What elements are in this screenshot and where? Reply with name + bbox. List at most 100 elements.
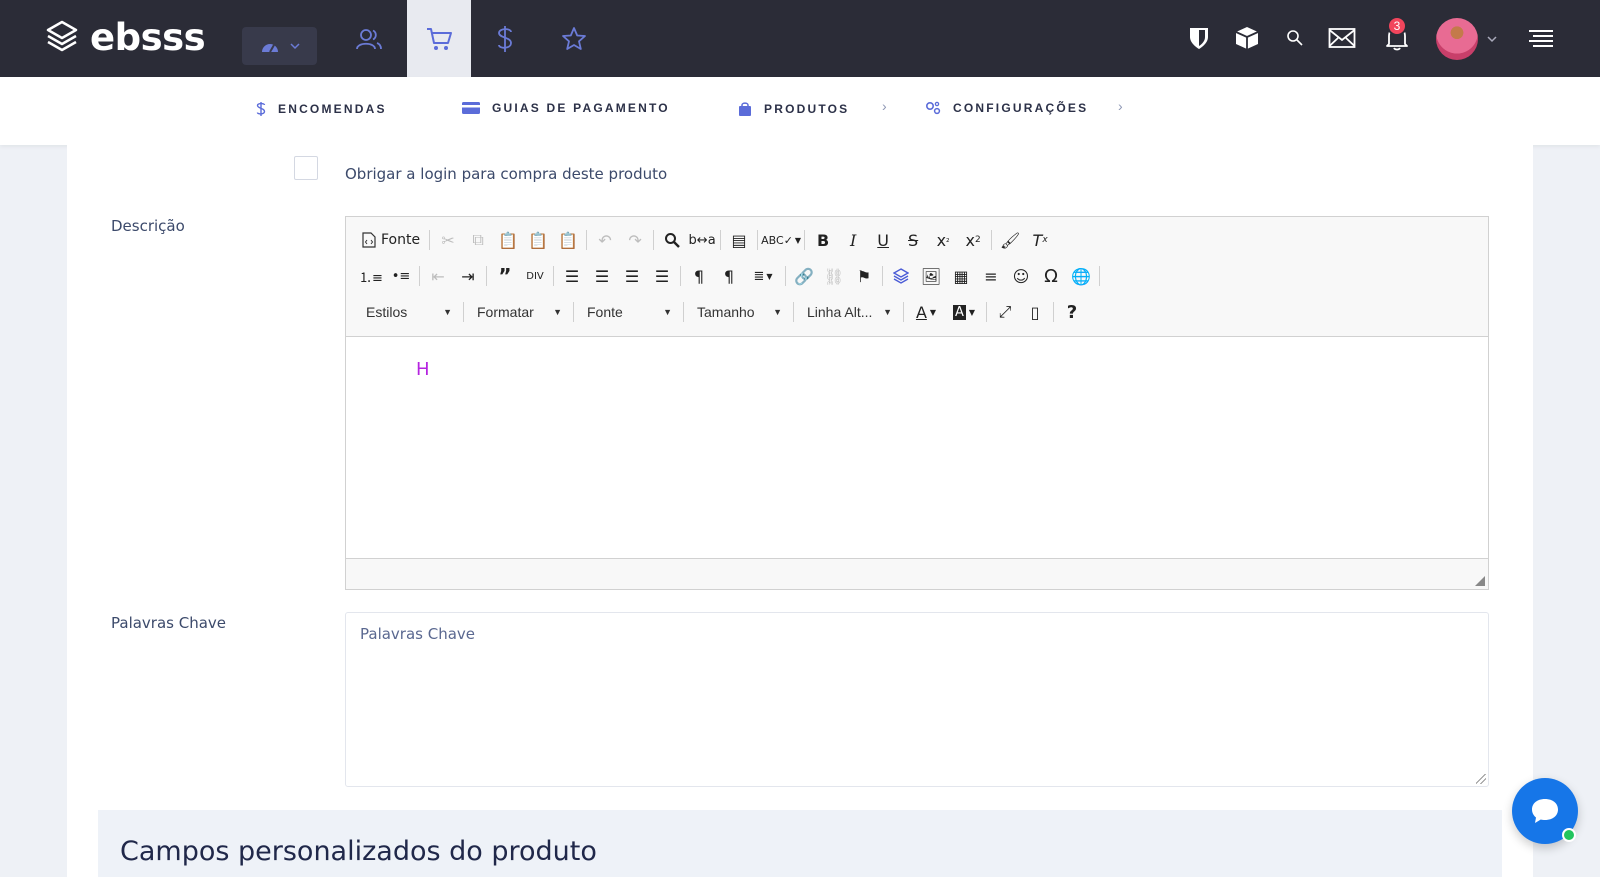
spellcheck-icon[interactable]: ABC✓ ▼ bbox=[761, 227, 801, 253]
text-color-icon[interactable]: A ▼ bbox=[907, 299, 945, 325]
maximize-icon[interactable]: ⤢ bbox=[990, 299, 1020, 325]
link-icon[interactable]: 🔗 bbox=[789, 263, 819, 289]
align-center-icon[interactable]: ☰ bbox=[587, 263, 617, 289]
subnav-label: CONFIGURAÇÕES bbox=[953, 101, 1089, 115]
envelope-icon bbox=[1328, 28, 1356, 48]
align-left-icon[interactable]: ☰ bbox=[557, 263, 587, 289]
section-title: Campos personalizados do produto bbox=[120, 836, 597, 867]
source-doc-icon bbox=[362, 232, 376, 248]
anchor-flag-icon[interactable]: ⚑ bbox=[849, 263, 879, 289]
messages-button[interactable] bbox=[1324, 20, 1360, 56]
unlink-icon[interactable]: ⛓ bbox=[819, 263, 849, 289]
ebsss-plugin-icon[interactable] bbox=[886, 263, 916, 289]
format-combo[interactable]: Formatar ▼ bbox=[467, 299, 570, 325]
keywords-textarea[interactable]: Palavras Chave bbox=[345, 612, 1489, 787]
credit-card-icon bbox=[462, 101, 480, 115]
size-combo[interactable]: Tamanho ▼ bbox=[687, 299, 790, 325]
table-icon[interactable]: ▦ bbox=[946, 263, 976, 289]
online-status-dot bbox=[1562, 828, 1576, 842]
redo-icon[interactable]: ↷ bbox=[620, 227, 650, 253]
find-icon[interactable] bbox=[657, 227, 687, 253]
logo[interactable]: ebsss bbox=[46, 18, 206, 58]
nav-shop[interactable] bbox=[407, 0, 471, 84]
iframe-globe-icon[interactable]: 🌐 bbox=[1066, 263, 1096, 289]
textarea-resize-grip[interactable] bbox=[1476, 774, 1486, 784]
cut-icon[interactable]: ✂ bbox=[433, 227, 463, 253]
rtl-icon[interactable]: ¶ bbox=[714, 263, 744, 289]
subnav-label: PRODUTOS bbox=[764, 102, 850, 116]
underline-icon[interactable]: U bbox=[868, 227, 898, 253]
shield-icon bbox=[1190, 28, 1208, 49]
bullet-list-icon[interactable]: •≡ bbox=[386, 263, 416, 289]
subnav-settings[interactable]: CONFIGURAÇÕES bbox=[925, 101, 1088, 115]
strikethrough-icon[interactable]: S bbox=[898, 227, 928, 253]
subnav-products[interactable]: PRODUTOS bbox=[738, 101, 849, 117]
login-required-checkbox[interactable] bbox=[294, 156, 318, 180]
horizontal-line-icon[interactable]: ≡ bbox=[976, 263, 1006, 289]
dashboard-dropdown[interactable] bbox=[242, 27, 317, 65]
description-label: Descrição bbox=[111, 217, 185, 235]
copy-icon[interactable]: ⧉ bbox=[463, 227, 493, 253]
search-button[interactable] bbox=[1277, 20, 1313, 56]
background-color-icon[interactable]: A ▼ bbox=[945, 299, 983, 325]
ltr-icon[interactable]: ¶ bbox=[684, 263, 714, 289]
editor-content-area[interactable]: H bbox=[346, 336, 1488, 559]
size-combo-label: Tamanho bbox=[697, 304, 755, 320]
bold-icon[interactable]: B bbox=[808, 227, 838, 253]
undo-icon[interactable]: ↶ bbox=[590, 227, 620, 253]
create-div-icon[interactable]: DIV bbox=[520, 263, 550, 289]
users-icon bbox=[356, 28, 382, 49]
font-combo[interactable]: Fonte ▼ bbox=[577, 299, 680, 325]
hamburger-menu-icon bbox=[1529, 30, 1553, 47]
dashboard-gauge-icon bbox=[261, 44, 278, 53]
line-height-combo-label: Linha Alt... bbox=[807, 304, 873, 320]
image-icon[interactable]: 🖼 bbox=[916, 263, 946, 289]
avatar-chevron-down-icon[interactable] bbox=[1487, 35, 1497, 43]
subnav-label: GUIAS DE PAGAMENTO bbox=[492, 101, 670, 115]
align-right-icon[interactable]: ☰ bbox=[617, 263, 647, 289]
nav-customers[interactable] bbox=[337, 0, 401, 77]
subnav-orders[interactable]: ENCOMENDAS bbox=[256, 101, 387, 117]
menu-button[interactable] bbox=[1523, 20, 1559, 56]
editor-toolbar-row-1: Fonte ✂ ⧉ 📋 📋 📋 ↶ ↷ b↔a ▤ ABC✓ ▼ B I U S … bbox=[356, 225, 1055, 255]
styles-combo[interactable]: Estilos ▼ bbox=[356, 299, 460, 325]
package-button[interactable] bbox=[1229, 20, 1265, 56]
source-button[interactable]: Fonte bbox=[356, 227, 426, 253]
indent-icon[interactable]: ⇥ bbox=[453, 263, 483, 289]
chat-bubble-icon bbox=[1532, 799, 1558, 823]
special-char-icon[interactable]: Ω bbox=[1036, 263, 1066, 289]
paste-word-icon[interactable]: 📋 bbox=[553, 227, 583, 253]
line-height-combo[interactable]: Linha Alt... ▼ bbox=[797, 299, 900, 325]
remove-format-icon[interactable]: Tx bbox=[1025, 227, 1055, 253]
paste-icon[interactable]: 📋 bbox=[493, 227, 523, 253]
superscript-icon[interactable]: x2 bbox=[958, 227, 988, 253]
keywords-label: Palavras Chave bbox=[111, 614, 227, 632]
language-icon[interactable]: ≣ ▼ bbox=[744, 263, 782, 289]
copy-format-icon[interactable]: 🖌 bbox=[995, 227, 1025, 253]
paste-text-icon[interactable]: 📋 bbox=[523, 227, 553, 253]
subnav-payment-guides[interactable]: GUIAS DE PAGAMENTO bbox=[462, 101, 670, 115]
chevron-right-icon: › bbox=[1118, 98, 1123, 114]
nav-favorites[interactable] bbox=[542, 0, 606, 77]
numbered-list-icon[interactable]: ⒈≡ bbox=[356, 263, 386, 289]
replace-icon[interactable]: b↔a bbox=[687, 227, 717, 253]
nav-finance[interactable] bbox=[473, 0, 537, 77]
star-icon bbox=[562, 26, 586, 50]
help-icon[interactable]: ? bbox=[1057, 299, 1087, 325]
avatar[interactable] bbox=[1436, 18, 1478, 60]
justify-icon[interactable]: ☰ bbox=[647, 263, 677, 289]
subscript-icon[interactable]: x₂ bbox=[928, 227, 958, 253]
blockquote-icon[interactable]: ” bbox=[490, 263, 520, 289]
chevron-down-icon bbox=[289, 43, 300, 50]
shield-button[interactable] bbox=[1181, 20, 1217, 56]
smiley-icon[interactable]: ☺ bbox=[1006, 263, 1036, 289]
italic-icon[interactable]: I bbox=[838, 227, 868, 253]
show-blocks-icon[interactable]: ▯ bbox=[1020, 299, 1050, 325]
top-navbar: ebsss 3 bbox=[0, 0, 1600, 84]
cube-icon bbox=[1235, 27, 1259, 49]
editor-resize-handle[interactable] bbox=[1475, 576, 1485, 586]
select-all-icon[interactable]: ▤ bbox=[724, 227, 754, 253]
styles-combo-label: Estilos bbox=[366, 304, 408, 320]
font-combo-label: Fonte bbox=[587, 304, 623, 320]
outdent-icon[interactable]: ⇤ bbox=[423, 263, 453, 289]
